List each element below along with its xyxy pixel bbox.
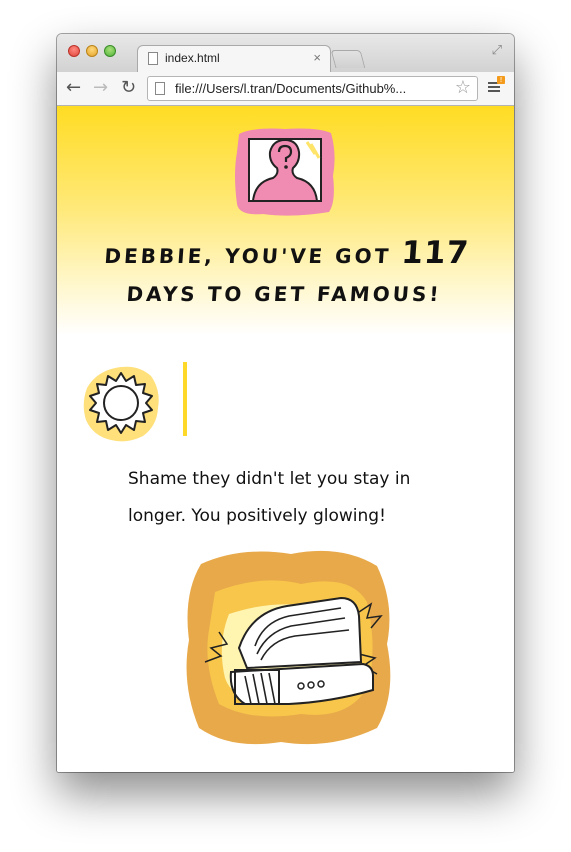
url-text[interactable]: file:///Users/l.tran/Documents/Github%..… bbox=[175, 81, 406, 96]
browser-window: index.html × ⤢ ← → ↻ file:///Users/l.tra… bbox=[57, 34, 514, 772]
update-badge: ! bbox=[497, 76, 505, 84]
new-tab-button[interactable] bbox=[330, 50, 366, 68]
page-icon bbox=[148, 52, 158, 65]
menu-icon[interactable]: ! bbox=[488, 76, 505, 94]
tanning-bed-illustration bbox=[186, 550, 391, 745]
back-arrow-icon[interactable]: ← bbox=[66, 77, 81, 99]
countdown-headline: DEBBIE, YOU'VE GOT 117 DAYS TO GET FAMOU… bbox=[69, 234, 502, 313]
headline-prefix: DEBBIE, YOU'VE GOT bbox=[103, 244, 393, 268]
page-icon bbox=[155, 82, 165, 95]
sun-icon bbox=[83, 366, 159, 442]
address-bar[interactable]: file:///Users/l.tran/Documents/Github%..… bbox=[147, 76, 478, 101]
days-count: 117 bbox=[400, 235, 471, 271]
browser-tab[interactable]: index.html × bbox=[137, 45, 331, 72]
forward-arrow-icon[interactable]: → bbox=[93, 77, 108, 99]
headline-suffix: DAYS TO GET FAMOUS! bbox=[125, 282, 443, 306]
hero-section: DEBBIE, YOU'VE GOT 117 DAYS TO GET FAMOU… bbox=[57, 106, 514, 336]
fullscreen-icon[interactable]: ⤢ bbox=[492, 43, 502, 58]
tab-title: index.html bbox=[165, 51, 220, 65]
reload-icon[interactable]: ↻ bbox=[121, 77, 136, 99]
close-window-button[interactable] bbox=[68, 45, 80, 57]
minimize-window-button[interactable] bbox=[86, 45, 98, 57]
tab-bar: index.html × ⤢ bbox=[57, 34, 514, 72]
mystery-person-icon bbox=[235, 128, 335, 216]
tab-close-icon[interactable]: × bbox=[313, 50, 321, 65]
browser-toolbar: ← → ↻ file:///Users/l.tran/Documents/Git… bbox=[57, 72, 514, 106]
page-content: DEBBIE, YOU'VE GOT 117 DAYS TO GET FAMOU… bbox=[57, 106, 514, 772]
status-message: Shame they didn't let you stay in longer… bbox=[128, 469, 411, 526]
accent-divider bbox=[183, 362, 187, 436]
bookmark-star-icon[interactable]: ☆ bbox=[455, 77, 471, 98]
zoom-window-button[interactable] bbox=[104, 45, 116, 57]
